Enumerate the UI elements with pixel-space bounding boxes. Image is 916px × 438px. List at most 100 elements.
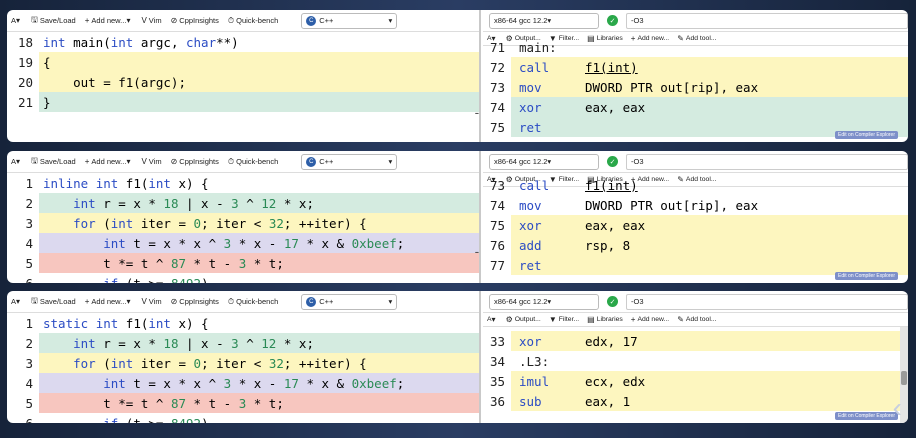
line-number: 71 <box>489 39 505 55</box>
line-number: 74 <box>489 99 505 115</box>
check-icon: ✓ <box>607 296 618 307</box>
add-new-button[interactable]: + Add new... ▾ <box>85 297 133 306</box>
cppinsights-button[interactable]: ⊘ CppInsights <box>171 157 219 166</box>
asm-operand: rsp, 8 <box>585 237 631 253</box>
language-select[interactable]: C C++ ▾ <box>301 293 398 310</box>
add-new-label: Add new... <box>91 16 127 25</box>
code-line: 6 if (t >= 8492) <box>7 413 479 424</box>
vim-button[interactable]: V Vim <box>141 297 161 306</box>
filter-button[interactable]: ▼ Filter... <box>549 315 579 324</box>
plus-icon: + <box>630 315 636 324</box>
code-text: int main(int argc, char **) <box>43 34 239 50</box>
code-text: if (t >= 8492) <box>103 415 209 424</box>
assembly-code[interactable]: 71 main: 72 call f1(int) 73 mov DWORD PTR out… <box>483 37 908 137</box>
compiler-select[interactable]: x86-64 gcc 12.2 ▾ <box>489 12 599 29</box>
font-size-button[interactable]: A ▾ <box>11 297 22 306</box>
asm-operand: ecx, edx <box>585 373 646 389</box>
compiler-label: x86-64 gcc 12.2 <box>494 297 548 306</box>
code-text: out = f1(argc); <box>39 72 479 92</box>
font-size-button[interactable]: A ▾ <box>11 157 22 166</box>
check-icon: ✓ <box>607 15 618 26</box>
source-code[interactable]: 18 int main(int argc, char **) 19 { 20 out … <box>7 32 479 112</box>
libraries-label: Libraries <box>596 316 623 323</box>
code-line: 19 { <box>7 52 479 72</box>
add-new-button[interactable]: + Add new... ▾ <box>85 16 133 25</box>
edit-on-compiler-explorer-link[interactable]: Edit on Compiler Explorer <box>835 272 898 280</box>
link-icon: ⊘ <box>170 157 178 166</box>
scrollbar-thumb[interactable] <box>901 371 907 385</box>
code-line: 2 int r = x * 18 | x - 3 ^ 12 * x; <box>7 193 479 213</box>
quick-bench-button[interactable]: ⏱ Quick-bench <box>228 297 278 307</box>
line-number: 34 <box>489 353 505 369</box>
asm-call-link[interactable]: f1(int) <box>585 60 638 75</box>
cppinsights-button[interactable]: ⊘ CppInsights <box>171 297 219 306</box>
line-number: 76 <box>489 237 505 253</box>
caret-down-icon: ▾ <box>16 16 21 25</box>
compiler-select[interactable]: x86-64 gcc 12.2 ▾ <box>489 293 599 310</box>
compiler-select[interactable]: x86-64 gcc 12.2 ▾ <box>489 153 599 170</box>
assembly-code[interactable]: 73 call f1(int) 74 mov DWORD PTR out[rip], e… <box>483 175 908 275</box>
output-button[interactable]: ⚙ Output... <box>506 315 541 324</box>
editor-panel-3: A ▾ 🖫 Save/Load + Add new... ▾ V Vim ⊘ CppInsi… <box>7 291 908 423</box>
asm-line: 73 mov DWORD PTR out[rip], eax <box>483 77 908 97</box>
compiler-label: x86-64 gcc 12.2 <box>494 157 548 166</box>
code-line: 1 inline int f1(int x) { <box>7 173 479 193</box>
code-text: for (int iter = 0; iter < 32; ++iter) { <box>39 353 479 373</box>
asm-line: 33 xor edx, 17 <box>483 331 908 351</box>
save-load-button[interactable]: 🖫 Save/Load <box>31 14 76 28</box>
language-label: C++ <box>319 157 334 166</box>
add-new-label: Add new... <box>91 297 127 306</box>
line-number: 2 <box>25 195 33 211</box>
add-new-button[interactable]: + Add new... ▾ <box>85 157 133 166</box>
compiler-flags-input[interactable]: -O3 <box>626 12 908 29</box>
quick-bench-button[interactable]: ⏱ Quick-bench <box>228 157 278 167</box>
line-number: 19 <box>17 54 33 70</box>
add-tool-label: Add tool... <box>685 316 717 323</box>
plus-icon: + <box>84 297 90 306</box>
asm-line: 71 main: <box>483 37 908 57</box>
assembly-code[interactable]: 33 xor edx, 17 34 .L3: 35 imul ecx, edx 36 sub… <box>483 331 908 411</box>
compiler-flags-input[interactable]: -O3 <box>626 293 908 310</box>
code-text: for (int iter = 0; iter < 32; ++iter) { <box>39 213 479 233</box>
asm-font-button[interactable]: A ▾ <box>487 315 498 324</box>
asm-line: 72 call f1(int) <box>483 57 908 77</box>
source-code[interactable]: 1 static int f1(int x) { 2 int r = x * 18… <box>7 313 479 423</box>
line-number: 73 <box>489 177 505 193</box>
font-size-button[interactable]: A ▾ <box>11 16 22 25</box>
asm-add-new-button[interactable]: + Add new... <box>631 315 669 324</box>
code-text: if (t >= 8492) <box>103 275 209 284</box>
language-select[interactable]: C C++ ▾ <box>301 153 398 170</box>
vim-icon: V <box>141 157 147 166</box>
output-label: Output... <box>514 316 541 323</box>
libraries-button[interactable]: ▤ Libraries <box>587 315 623 324</box>
vim-label: Vim <box>148 297 162 306</box>
link-icon: ⊘ <box>170 297 178 306</box>
code-line: 6 if (t >= 8492) <box>7 273 479 284</box>
flags-text: -O3 <box>631 297 644 306</box>
save-load-button[interactable]: 🖫 Save/Load <box>31 295 76 309</box>
asm-line: 35 imul ecx, edx <box>483 371 908 391</box>
source-code[interactable]: 1 inline int f1(int x) { 2 int r = x * 18… <box>7 173 479 283</box>
add-tool-button[interactable]: ✎ Add tool... <box>677 315 716 324</box>
code-text: t *= t ^ 87 * t - 3 * t; <box>39 253 479 273</box>
asm-opcode: ret <box>519 119 542 135</box>
chevron-right-icon[interactable]: ‹ <box>893 392 902 424</box>
line-number: 74 <box>489 197 505 213</box>
vim-button[interactable]: V Vim <box>141 157 161 166</box>
quick-bench-button[interactable]: ⏱ Quick-bench <box>228 16 278 26</box>
add-new-label: Add new... <box>91 157 127 166</box>
code-text: static int f1(int x) { <box>43 315 209 331</box>
compiler-bar: x86-64 gcc 12.2 ▾ ✓ -O3 <box>483 291 908 313</box>
compiler-flags-input[interactable]: -O3 <box>626 153 908 170</box>
asm-line: 76 add rsp, 8 <box>483 235 908 255</box>
asm-operand: eax, eax <box>585 217 646 233</box>
save-load-button[interactable]: 🖫 Save/Load <box>31 155 76 169</box>
edit-on-compiler-explorer-link[interactable]: Edit on Compiler Explorer <box>835 131 898 139</box>
language-select[interactable]: C C++ ▾ <box>301 12 398 29</box>
cppinsights-button[interactable]: ⊘ CppInsights <box>171 16 219 25</box>
edit-on-compiler-explorer-link[interactable]: Edit on Compiler Explorer <box>835 412 898 420</box>
asm-call-link[interactable]: f1(int) <box>585 178 638 193</box>
line-number: 6 <box>25 275 33 284</box>
line-number: 1 <box>25 175 33 191</box>
vim-button[interactable]: V Vim <box>141 16 161 25</box>
